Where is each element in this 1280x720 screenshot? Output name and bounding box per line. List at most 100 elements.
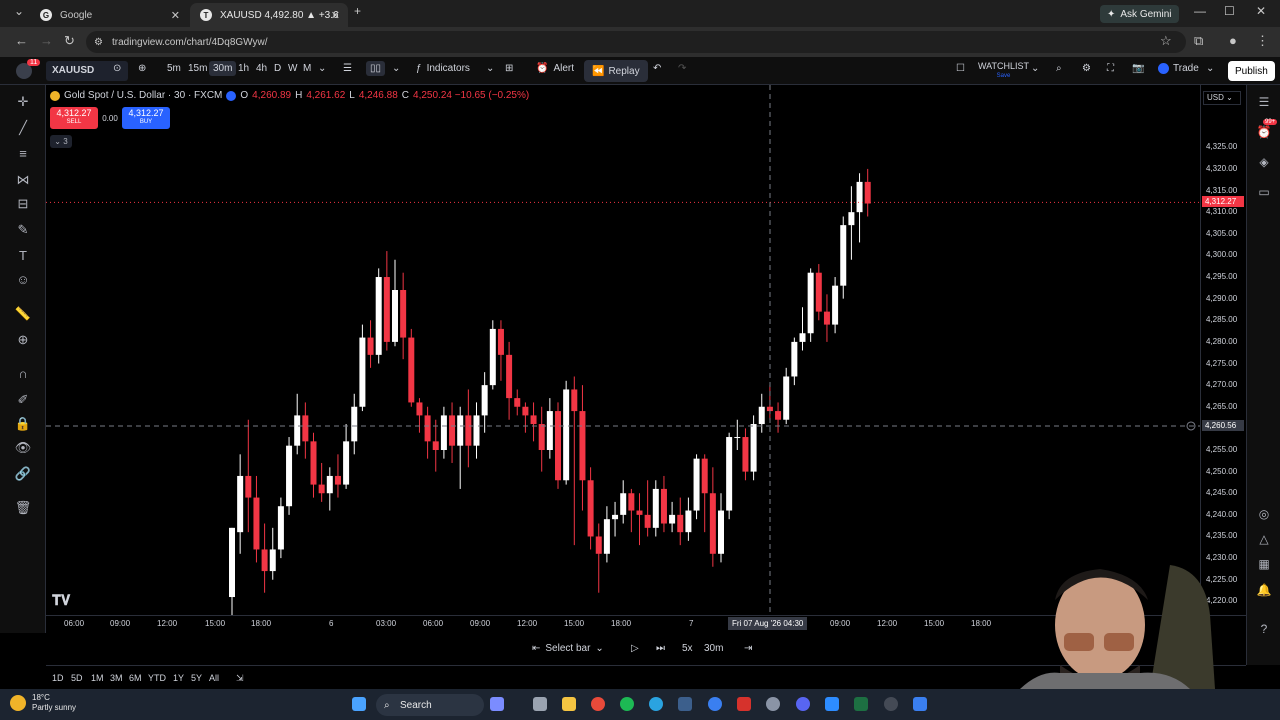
magnet-icon[interactable]: ∩ bbox=[14, 365, 32, 383]
fib-retracement-icon[interactable]: ≡ bbox=[14, 145, 32, 163]
browser-menu-icon[interactable]: ⋮ bbox=[1256, 33, 1269, 49]
range-6m[interactable]: 6M bbox=[129, 673, 142, 683]
maximize-button[interactable]: ☐ bbox=[1224, 4, 1235, 18]
lock-icon[interactable]: 🔒 bbox=[14, 415, 32, 433]
brush-icon[interactable]: ✎ bbox=[14, 221, 32, 239]
add-symbol-icon[interactable]: ⊕ bbox=[138, 63, 146, 74]
trend-line-icon[interactable]: ╱ bbox=[14, 119, 32, 137]
indicators-button[interactable]: ƒ Indicators bbox=[416, 63, 470, 74]
emoji-icon[interactable]: ☺ bbox=[14, 271, 32, 289]
task-view-icon[interactable] bbox=[533, 697, 547, 711]
trash-icon[interactable]: 🗑 bbox=[14, 499, 32, 517]
tab-tradingview[interactable]: T XAUUSD 4,492.80 ▲ +3.66% W ✕ bbox=[190, 3, 348, 27]
range-ytd[interactable]: YTD bbox=[148, 673, 166, 683]
prediction-tools-icon[interactable]: ⊟ bbox=[14, 195, 32, 213]
timeframe-4h[interactable]: 4h bbox=[256, 63, 267, 74]
timeframe-1h[interactable]: 1h bbox=[238, 63, 249, 74]
spotify-icon[interactable] bbox=[620, 697, 634, 711]
timeframe-m[interactable]: M bbox=[303, 63, 311, 74]
file-explorer-icon[interactable] bbox=[562, 697, 576, 711]
watchlist-button[interactable]: WATCHLIST Save bbox=[978, 61, 1029, 81]
pine-editor-icon[interactable]: ◎ bbox=[1255, 505, 1273, 523]
play-icon[interactable]: ▷ bbox=[631, 643, 639, 654]
replay-interval[interactable]: 30m bbox=[704, 643, 723, 654]
ruler-icon[interactable]: 📏 bbox=[14, 305, 32, 323]
range-1d[interactable]: 1D bbox=[52, 673, 64, 683]
replay-button[interactable]: ⏪ Replay bbox=[584, 60, 648, 82]
watchlist-panel-icon[interactable]: ☰ bbox=[1255, 93, 1273, 111]
price-axis[interactable]: USD ⌄ 4,325.00 4,320.00 4,315.00 4,310.00 4,… bbox=[1200, 85, 1246, 615]
timeframe-d[interactable]: D bbox=[274, 63, 281, 74]
legend-title[interactable]: Gold Spot / U.S. Dollar · 30 · FXCM bbox=[64, 90, 222, 101]
search-icon[interactable]: ⌕ bbox=[1056, 63, 1062, 74]
extra-app-icon[interactable] bbox=[913, 697, 927, 711]
site-info-icon[interactable]: ⚙ bbox=[94, 37, 103, 48]
chart-type-dropdown-icon[interactable]: ⌄ bbox=[392, 63, 400, 74]
zoom-in-icon[interactable]: ⊕ bbox=[14, 331, 32, 349]
price-chart[interactable] bbox=[46, 85, 1200, 615]
buy-button[interactable]: 4,312.27 BUY bbox=[122, 107, 170, 129]
goto-date-icon[interactable]: ⇲ bbox=[236, 673, 244, 684]
new-tab-button[interactable]: + bbox=[354, 4, 361, 18]
zoom-icon[interactable] bbox=[825, 697, 839, 711]
back-button[interactable]: ← bbox=[15, 33, 28, 48]
ideas-icon[interactable]: △ bbox=[1255, 530, 1273, 548]
settings-icon[interactable] bbox=[766, 697, 780, 711]
range-5d[interactable]: 5D bbox=[71, 673, 83, 683]
timeframe-5m[interactable]: 5m bbox=[167, 63, 181, 74]
range-1m[interactable]: 1M bbox=[91, 673, 104, 683]
chat-icon[interactable]: ▭ bbox=[1255, 183, 1273, 201]
timeframe-30m[interactable]: 30m bbox=[209, 61, 237, 76]
link-icon[interactable]: 🔗 bbox=[14, 465, 32, 483]
publish-button[interactable]: Publish bbox=[1228, 61, 1275, 81]
text-tool-icon[interactable]: T bbox=[14, 247, 32, 265]
trade-dropdown-icon[interactable]: ⌄ bbox=[1206, 63, 1214, 74]
undo-icon[interactable]: ↶ bbox=[653, 63, 661, 74]
chrome-icon[interactable] bbox=[591, 697, 605, 711]
alerts-panel-icon[interactable]: ⏰ bbox=[1255, 123, 1273, 141]
bar-style-icon[interactable]: ☰ bbox=[343, 63, 352, 74]
settings-gear-icon[interactable]: ⚙ bbox=[1082, 63, 1091, 74]
weather-widget[interactable]: 18°C Partly sunny bbox=[10, 693, 76, 713]
templates-dropdown-icon[interactable]: ⌄ bbox=[486, 63, 494, 74]
hide-drawings-eye-icon[interactable]: 👁 bbox=[14, 439, 32, 457]
step-forward-icon[interactable]: ⏭ bbox=[656, 643, 665, 654]
snapshot-camera-icon[interactable]: 📷 bbox=[1132, 63, 1144, 74]
sell-button[interactable]: 4,312.27 SELL bbox=[50, 107, 98, 129]
range-3m[interactable]: 3M bbox=[110, 673, 123, 683]
watchlist-checkbox[interactable]: ☐ bbox=[956, 63, 965, 74]
forward-button[interactable]: → bbox=[40, 33, 53, 48]
timeframe-dropdown-icon[interactable]: ⌄ bbox=[318, 63, 326, 74]
excel-icon[interactable] bbox=[854, 697, 868, 711]
extensions-icon[interactable]: ⧉ bbox=[1194, 33, 1203, 49]
indicators-collapse-button[interactable]: ⌄ 3 bbox=[50, 135, 72, 148]
compare-symbol-icon[interactable]: ⊙ bbox=[113, 63, 121, 74]
watchlist-dropdown-icon[interactable]: ⌄ bbox=[1031, 63, 1039, 74]
bookmark-star-icon[interactable]: ☆ bbox=[1160, 33, 1172, 49]
range-5y[interactable]: 5Y bbox=[191, 673, 202, 683]
reload-button[interactable]: ↻ bbox=[64, 33, 75, 49]
discord-icon[interactable] bbox=[796, 697, 810, 711]
close-window-button[interactable]: ✕ bbox=[1256, 4, 1266, 18]
close-tab-icon[interactable]: ✕ bbox=[331, 9, 340, 22]
steam-icon[interactable] bbox=[678, 697, 692, 711]
stay-in-drawing-mode-icon[interactable]: ✐ bbox=[14, 391, 32, 409]
jump-to-realtime-icon[interactable]: ⇥ bbox=[744, 643, 752, 654]
redo-icon[interactable]: ↷ bbox=[678, 63, 686, 74]
windows-start-icon[interactable] bbox=[352, 697, 366, 711]
minimize-button[interactable]: — bbox=[1194, 4, 1206, 18]
pattern-icon[interactable]: ⋈ bbox=[14, 171, 32, 189]
timeframe-15m[interactable]: 15m bbox=[188, 63, 207, 74]
range-all[interactable]: All bbox=[209, 673, 219, 683]
tab-list-button[interactable]: ⌄ bbox=[14, 4, 24, 18]
crosshair-cursor-icon[interactable]: ✛ bbox=[14, 93, 32, 111]
ask-gemini-button[interactable]: ✦ Ask Gemini bbox=[1100, 5, 1179, 23]
fullscreen-icon[interactable]: ⛶ bbox=[1107, 63, 1114, 74]
url-field[interactable]: ⚙ tradingview.com/chart/4Dq8GWyw/ bbox=[86, 31, 1186, 53]
timeframe-w[interactable]: W bbox=[288, 63, 297, 74]
red-app-icon[interactable] bbox=[737, 697, 751, 711]
help-icon[interactable]: ? bbox=[1255, 620, 1273, 638]
telegram-icon[interactable] bbox=[649, 697, 663, 711]
colorful-app-icon[interactable] bbox=[490, 697, 504, 711]
currency-selector[interactable]: USD ⌄ bbox=[1203, 91, 1241, 105]
